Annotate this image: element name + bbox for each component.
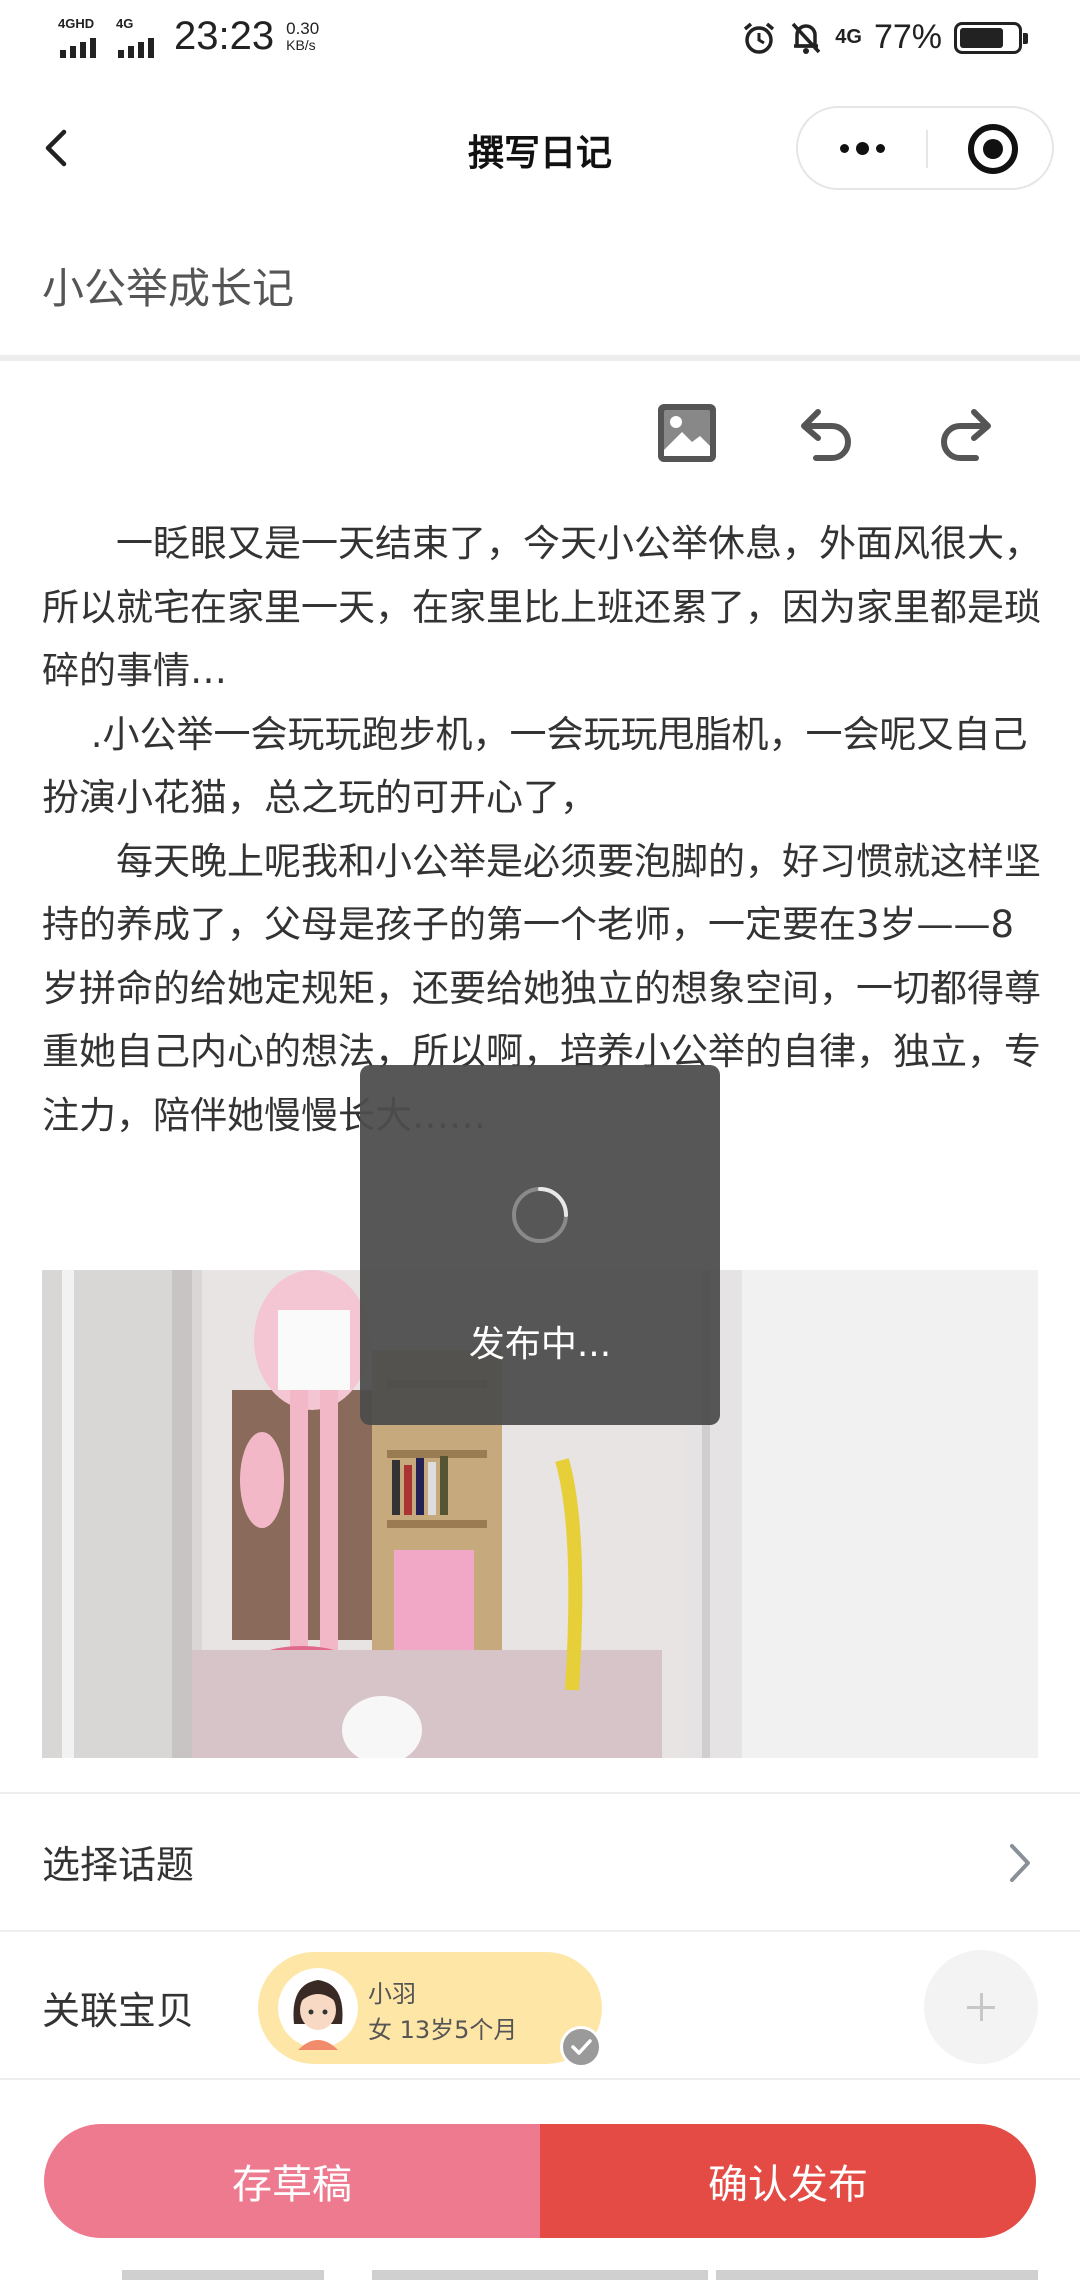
diary-body-editor[interactable]: 一眨眼又是一天结束了，今天小公举休息，外面风很大，所以就宅在家里一天，在家里比上…: [42, 512, 1042, 1147]
speed-unit: KB/s: [286, 36, 316, 53]
diary-paragraph: 一眨眼又是一天结束了，今天小公举休息，外面风很大，所以就宅在家里一天，在家里比上…: [42, 522, 1041, 692]
baby-name: 小羽: [368, 1980, 416, 2008]
add-baby-button[interactable]: [924, 1950, 1038, 2064]
battery-fill: [960, 27, 1003, 48]
select-topic-label: 选择话题: [42, 1843, 195, 1887]
status-bar: 4GHD 4G 23:23 0.30 KB/s 4G 77%: [0, 0, 1080, 80]
clock: 23:23: [174, 14, 275, 58]
miniprogram-capsule: [796, 106, 1054, 190]
bottom-indicator: [372, 2270, 708, 2280]
chevron-right-icon: [1010, 1844, 1030, 1882]
selected-check-icon: [560, 2026, 602, 2068]
toast-message: 发布中...: [468, 1324, 612, 1365]
diary-paragraph: .小公举一会玩玩跑步机，一会玩玩甩脂机，一会呢又自己扮演小花猫，总之玩的可开心了…: [42, 712, 1028, 820]
network-speed: 0.30 KB/s: [286, 20, 319, 54]
redo-icon[interactable]: [932, 398, 1002, 468]
network-type-right: 4G: [835, 26, 862, 48]
save-draft-button[interactable]: 存草稿: [44, 2124, 540, 2238]
battery-percent: 77%: [873, 18, 942, 56]
battery-icon: [954, 21, 1028, 54]
diary-title-input[interactable]: 小公举成长记: [42, 255, 294, 316]
network-type-1: 4GHD: [58, 15, 95, 31]
insert-image-icon[interactable]: [652, 398, 722, 468]
baby-avatar: [278, 1968, 358, 2050]
signal-icon: 4GHD: [58, 16, 108, 58]
status-right: 4G 77%: [741, 18, 1028, 57]
publishing-toast: 发布中...: [360, 1065, 720, 1425]
select-topic-row[interactable]: 选择话题: [0, 1792, 1080, 1932]
undo-icon[interactable]: [790, 398, 860, 468]
bottom-indicator: [716, 2270, 1038, 2280]
link-baby-label: 关联宝贝: [42, 1989, 195, 2033]
divider: [0, 355, 1080, 361]
baby-chip[interactable]: 小羽 女 13岁5个月: [258, 1952, 602, 2068]
status-left: 4GHD 4G 23:23 0.30 KB/s: [58, 14, 319, 59]
signal-icon-2: 4G: [116, 16, 160, 58]
confirm-publish-button[interactable]: 确认发布: [540, 2124, 1036, 2238]
bottom-indicator: [122, 2270, 324, 2280]
close-miniprogram-icon[interactable]: [968, 124, 1018, 174]
link-baby-row: 关联宝贝 小羽 女 13岁5个月: [0, 1932, 1080, 2080]
network-type-2: 4G: [116, 15, 134, 31]
baby-gender-age: 女 13岁5个月: [368, 2016, 518, 2044]
speed-value: 0.30: [286, 18, 320, 38]
nav-bar: 撰写日记: [0, 88, 1080, 208]
loading-spinner-icon: [512, 1187, 568, 1243]
alarm-icon: [744, 22, 775, 54]
mute-bell-icon: [791, 22, 821, 54]
more-icon[interactable]: [798, 108, 926, 188]
